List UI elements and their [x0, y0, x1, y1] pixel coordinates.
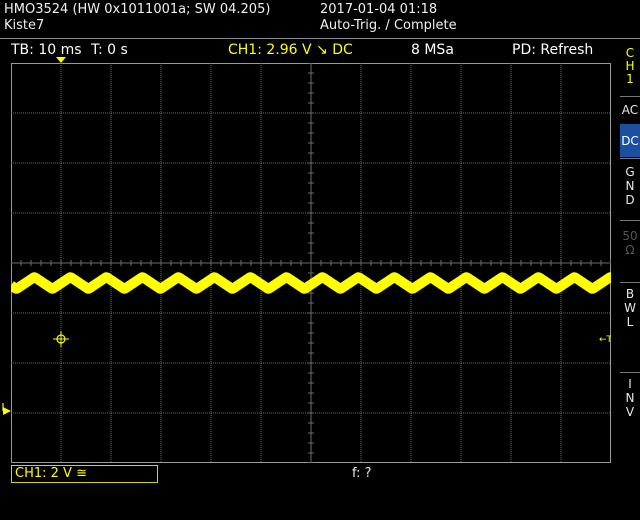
- coupling-dc-button[interactable]: DC: [620, 124, 640, 157]
- sample-rate-readout: 8 MSa: [411, 42, 454, 58]
- coupling-ac-button[interactable]: AC: [620, 96, 640, 123]
- cursor-crosshair-icon[interactable]: [53, 331, 69, 347]
- side-menu-channel-letter: C: [625, 46, 635, 60]
- inv-letter: I: [628, 377, 632, 391]
- header-divider: [0, 38, 640, 39]
- channel-scale-label: CH1: 2 V ≅: [15, 466, 87, 481]
- bwl-letter: W: [624, 301, 636, 315]
- channel-trigger-readout[interactable]: CH1: 2.96 V ↘ DC: [228, 41, 353, 59]
- inv-letter: N: [625, 391, 635, 405]
- channel-scale-box[interactable]: CH1: 2 V ≅: [11, 465, 158, 483]
- ohm-icon: Ω: [625, 243, 635, 257]
- termination-50-ohm-button[interactable]: 50 Ω: [620, 220, 640, 268]
- datetime: 2017-01-04 01:18: [320, 2, 438, 17]
- inv-letter: V: [625, 405, 635, 419]
- ch1-waveform: [11, 272, 611, 294]
- side-menu-channel-number: 1: [626, 72, 634, 86]
- trigger-time-readout[interactable]: T: 0 s: [91, 41, 128, 59]
- device-info: HMO3524 (HW 0x1011001a; SW 04.205): [4, 2, 271, 17]
- bwl-button[interactable]: B W L: [620, 282, 640, 338]
- acquisition-mode: Auto-Trig. / Complete: [320, 18, 457, 33]
- termination-label: 50: [622, 229, 638, 243]
- device-name: Kiste7: [4, 18, 45, 33]
- side-menu-channel-label: C H 1: [620, 47, 640, 86]
- coupling-dc-label: DC: [621, 134, 639, 148]
- timebase-readout[interactable]: TB: 10 ms: [11, 41, 82, 59]
- bwl-letter: B: [625, 287, 635, 301]
- bwl-letter: L: [626, 315, 634, 329]
- oscilloscope-screen[interactable]: ←T: [11, 63, 611, 463]
- gnd-letter: N: [625, 179, 635, 193]
- svg-text:←T: ←T: [599, 335, 611, 345]
- gnd-button[interactable]: G N D: [620, 158, 640, 214]
- frequency-readout: f: ?: [352, 466, 372, 481]
- gnd-letter: D: [625, 193, 635, 207]
- inv-button[interactable]: I N V: [620, 372, 640, 428]
- coupling-ac-label: AC: [621, 103, 639, 117]
- trigger-level-marker[interactable]: ←T: [599, 335, 611, 345]
- pd-readout[interactable]: PD: Refresh: [512, 41, 593, 59]
- graticule: [11, 63, 611, 463]
- gnd-letter: G: [625, 165, 635, 179]
- side-menu-channel-letter: H: [625, 59, 635, 73]
- channel-ground-marker[interactable]: [0, 402, 12, 418]
